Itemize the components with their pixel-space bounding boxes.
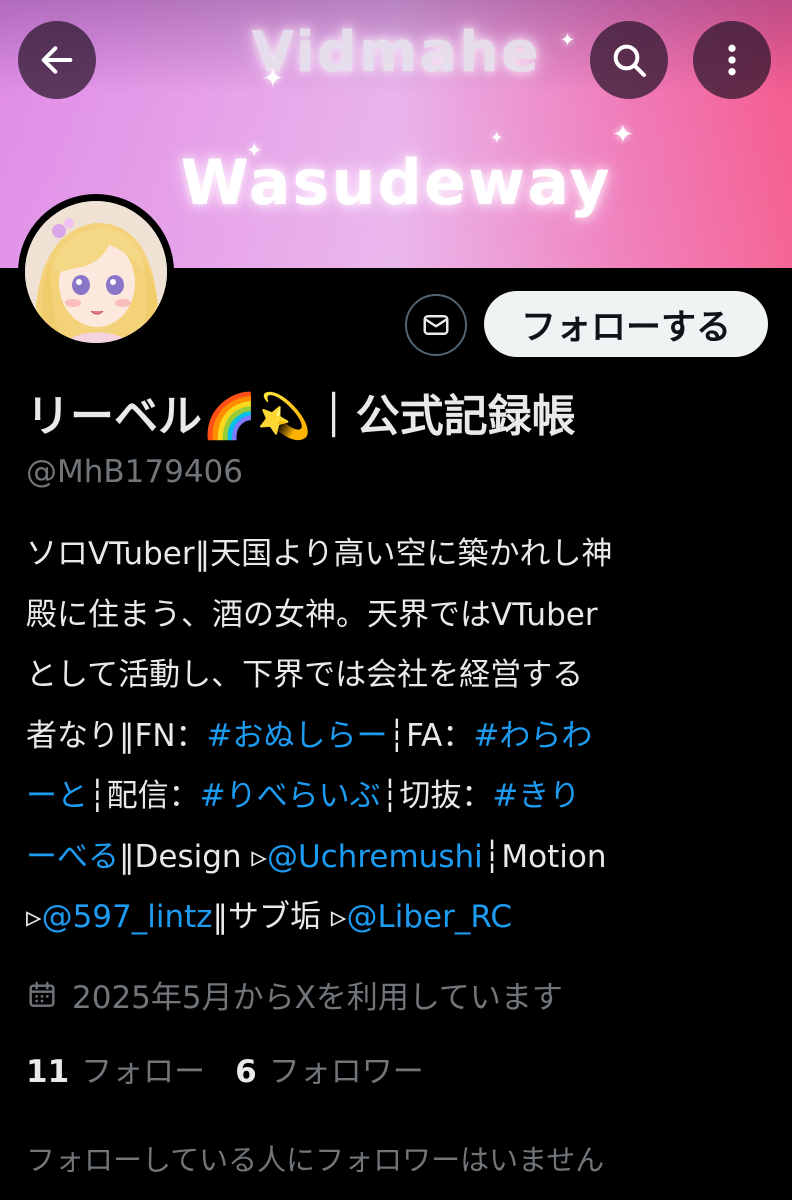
bio-text: ┆FA： [387, 717, 474, 754]
bio-text: ▹ [26, 899, 42, 935]
search-button[interactable] [590, 21, 668, 99]
arrow-left-icon [41, 46, 73, 74]
mail-icon [423, 315, 449, 335]
sparkle-icon: ✦ [612, 120, 634, 150]
bio-line: ▹@597_lintz‖サブ垢 ▹@Liber_RC [26, 887, 766, 948]
bio-text: ┆Motion [482, 838, 607, 875]
hashtag-link-fanart-cont[interactable]: ーと [26, 778, 88, 814]
join-date-text: 2025年5月からXを利用しています [72, 980, 563, 1016]
bio-line: 者なり‖FN：#おぬしらー┆FA：#わらわ [26, 706, 766, 767]
hashtag-link-fanart[interactable]: #わらわ [473, 718, 592, 754]
bio-line: 殿に住まう、酒の女神。天界ではVTuber [26, 585, 766, 646]
avatar[interactable] [18, 194, 174, 350]
more-button[interactable] [693, 21, 771, 99]
avatar-image [25, 201, 167, 343]
more-vertical-icon [728, 44, 736, 76]
bio-text: ┆切抜： [380, 778, 493, 814]
bio-text: ソロVTuber‖天国より高い空に築かれし神 [26, 536, 613, 572]
sparkle-icon: ✦ [560, 30, 576, 51]
follow-button[interactable]: フォローする [484, 291, 768, 357]
profile-bio: ソロVTuber‖天国より高い空に築かれし神 殿に住まう、酒の女神。天界ではVT… [26, 524, 766, 948]
followers-link[interactable]: 6 フォロワー [235, 1054, 424, 1090]
mention-link-sub-account[interactable]: @Liber_RC [346, 899, 512, 935]
banner-title-line1: Vidmahe [251, 20, 541, 85]
hashtag-link-fanname[interactable]: #おぬしらー [207, 718, 388, 754]
user-handle: @MhB179406 [26, 454, 243, 490]
hashtag-link-clips-cont[interactable]: ーべる [26, 839, 119, 875]
bio-text: ┆配信： [88, 778, 200, 814]
bio-line: ーと┆配信：#りべらいぶ┆切抜：#きり [26, 766, 766, 827]
calendar-icon [29, 981, 55, 1007]
bio-text: 者なり‖FN： [26, 717, 207, 754]
sparkle-icon: ✦ [246, 138, 263, 162]
back-button[interactable] [18, 21, 96, 99]
hashtag-link-stream[interactable]: #りべらいぶ [200, 778, 381, 814]
search-icon [613, 44, 646, 77]
mention-link-motion[interactable]: @597_lintz [42, 899, 213, 935]
bio-text: ‖Design ▹ [119, 838, 267, 875]
bio-text: として活動し、下界では会社を経営する [26, 657, 584, 693]
display-name: リーベル🌈💫｜公式記録帳 [26, 391, 576, 442]
followers-count: 6 [235, 1054, 257, 1090]
following-count: 11 [26, 1054, 70, 1090]
following-label: フォロー [81, 1054, 206, 1090]
sparkle-icon: ✦ [262, 64, 284, 94]
join-date: 2025年5月からXを利用しています [26, 972, 563, 1017]
following-link[interactable]: 11 フォロー [26, 1054, 205, 1090]
mention-link-designer[interactable]: @Uchremushi [267, 839, 483, 875]
bio-line: ソロVTuber‖天国より高い空に築かれし神 [26, 524, 766, 585]
message-button[interactable] [405, 294, 467, 356]
bio-line: として活動し、下界では会社を経営する [26, 645, 766, 706]
mutual-followers-note: フォローしている人にフォロワーはいません [26, 1143, 605, 1177]
bio-text: ‖サブ垢 ▹ [212, 899, 347, 935]
follow-stats: 11 フォロー 6 フォロワー [26, 1046, 424, 1091]
hashtag-link-clips[interactable]: #きり [492, 778, 580, 814]
followers-label: フォロワー [268, 1054, 424, 1090]
sparkle-icon: ✦ [490, 128, 504, 147]
bio-line: ーべる‖Design ▹@Uchremushi┆Motion [26, 827, 766, 888]
bio-text: 殿に住まう、酒の女神。天界ではVTuber [26, 596, 598, 633]
